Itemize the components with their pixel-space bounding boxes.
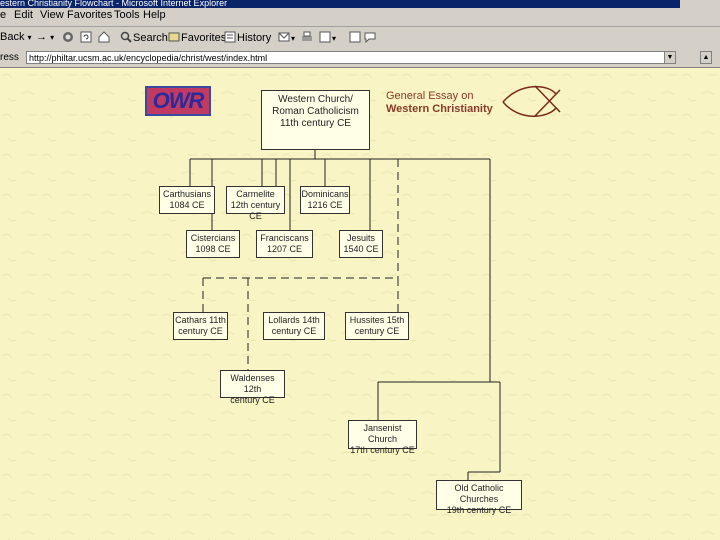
refresh-button[interactable] [80,31,93,44]
refresh-icon [80,31,92,43]
stop-icon [63,32,73,42]
edit-icon [319,31,331,43]
page-content: OWR General Essay on Western Christianit… [0,68,720,540]
node-jesuits[interactable]: Jesuits 1540 CE [339,230,383,258]
address-bar: ress http://philtar.ucsm.ac.uk/encyclope… [0,49,720,68]
window-controls[interactable] [680,0,720,8]
menu-view[interactable]: View [40,9,64,21]
menu-help[interactable]: Help [143,9,166,21]
address-label: ress [0,52,19,63]
forward-button[interactable]: → ▾ [36,31,54,43]
node-western-church[interactable]: Western Church/ Roman Catholicism 11th c… [261,90,370,150]
discuss-button[interactable] [349,31,362,44]
address-dropdown-button[interactable]: ▼ [664,51,676,64]
search-icon [120,31,132,43]
menu-bar: e Edit View Favorites Tools Help [0,8,720,27]
node-waldenses[interactable]: Waldenses 12th century CE [220,370,285,405]
home-icon [98,31,110,43]
history-icon [224,31,236,43]
node-carthusians[interactable]: Carthusians 1084 CE [159,186,215,214]
history-button[interactable]: History [224,31,271,44]
favorites-icon [168,32,180,42]
window-title-bar: estern Christianity Flowchart - Microsof… [0,0,720,8]
edit-button[interactable]: ▾ [319,31,336,44]
window-title: estern Christianity Flowchart - Microsof… [0,0,228,8]
node-cistercians[interactable]: Cistercians 1098 CE [186,230,240,258]
messenger-button[interactable] [364,31,377,44]
mail-icon [278,32,290,42]
essay-link[interactable]: General Essay on Western Christianity [386,90,493,116]
home-button[interactable] [98,31,111,44]
print-button[interactable] [301,31,314,44]
stop-button[interactable] [62,31,75,44]
node-franciscans[interactable]: Franciscans 1207 CE [256,230,313,258]
scroll-up-button[interactable]: ▲ [700,51,712,64]
print-icon [302,31,312,41]
toolbar: Back ▾ → ▾ Search Favorites History ▾ ▾ [0,27,720,50]
menu-file[interactable]: e [0,9,6,21]
owr-logo[interactable]: OWR [145,86,211,116]
node-old-catholic-churches[interactable]: Old Catholic Churches 19th century CE [436,480,522,515]
back-button[interactable]: Back ▾ [0,31,32,43]
node-jansenist-church[interactable]: Jansenist Church 17th century CE [348,420,417,455]
arrow-right-icon: → [36,31,47,43]
node-dominicans[interactable]: Dominicans 1216 CE [300,186,350,214]
mail-button[interactable]: ▾ [278,31,295,44]
node-hussites[interactable]: Hussites 15th century CE [345,312,409,340]
discuss-icon [349,31,361,43]
menu-tools[interactable]: Tools [114,9,140,21]
address-input[interactable]: http://philtar.ucsm.ac.uk/encyclopedia/c… [26,51,676,64]
favorites-button[interactable]: Favorites [168,31,226,44]
node-lollards[interactable]: Lollards 14th century CE [263,312,325,340]
messenger-icon [364,32,376,43]
search-button[interactable]: Search [120,31,168,44]
menu-favorites[interactable]: Favorites [67,9,112,21]
menu-edit[interactable]: Edit [14,9,33,21]
node-cathars[interactable]: Cathars 11th century CE [173,312,228,340]
node-carmelite[interactable]: Carmelite 12th century CE [226,186,285,221]
